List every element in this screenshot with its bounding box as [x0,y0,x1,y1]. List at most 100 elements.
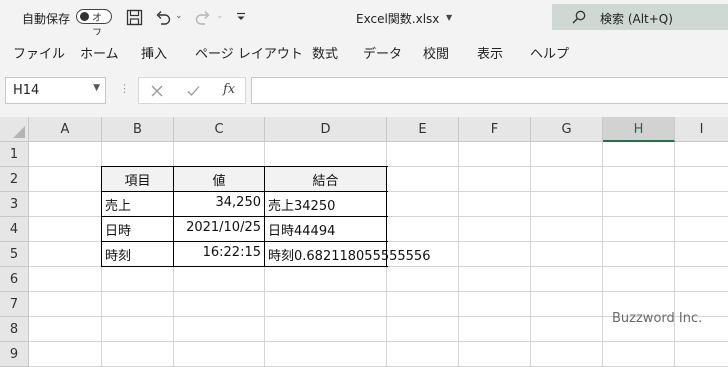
row-header-5[interactable]: 5 [0,242,29,267]
grid-cell[interactable] [29,267,102,292]
select-all-button[interactable] [0,117,29,142]
table-cell[interactable]: 時刻 [102,242,174,267]
grid-cell[interactable] [675,142,728,167]
grid-cell[interactable] [459,192,531,217]
grid-cell[interactable] [29,242,102,267]
grid-cell[interactable] [675,217,728,242]
tab-review[interactable]: 校閲 [423,43,449,62]
grid-cell[interactable] [387,317,459,342]
table-cell[interactable]: 2021/10/25 [174,217,265,242]
grid-cell[interactable] [29,217,102,242]
grid-cell[interactable] [387,217,459,242]
grid-cell[interactable] [102,342,174,367]
grid-cell[interactable] [174,267,265,292]
grid-cell[interactable] [603,167,675,192]
insert-function-icon[interactable]: fx [223,82,235,97]
column-header-g[interactable]: G [531,117,603,142]
tab-help[interactable]: ヘルプ [530,43,569,62]
redo-icon[interactable] [194,9,212,26]
column-header-a[interactable]: A [29,117,102,142]
grid-cell[interactable] [102,317,174,342]
grid-cell[interactable] [459,342,531,367]
grid-cell[interactable] [603,342,675,367]
grid-cell[interactable] [675,242,728,267]
search-box[interactable]: 検索 (Alt+Q) [552,4,728,30]
grid-cell[interactable] [531,192,603,217]
table-cell[interactable]: 日時 [102,217,174,242]
grid-cell[interactable] [265,292,387,317]
grid-cell[interactable] [29,292,102,317]
grid-cell[interactable] [29,167,102,192]
grid-cell[interactable] [603,142,675,167]
grid-cell[interactable] [531,217,603,242]
grid-cell[interactable] [531,167,603,192]
column-header-f[interactable]: F [459,117,531,142]
grid-cell[interactable] [531,342,603,367]
grid-cell[interactable] [459,292,531,317]
grid-cell[interactable] [603,242,675,267]
grid-cell[interactable] [603,192,675,217]
grid-cell[interactable] [675,267,728,292]
grid-cell[interactable] [459,317,531,342]
grid-cell[interactable] [531,242,603,267]
grid-cell[interactable] [174,292,265,317]
grid-cell[interactable] [265,342,387,367]
row-header-2[interactable]: 2 [0,167,29,192]
tab-page-layout[interactable]: ページ レイアウト [195,43,303,62]
table-cell[interactable]: 時刻0.682118055555556 [265,242,430,267]
column-header-c[interactable]: C [174,117,265,142]
table-cell[interactable]: 34,250 [174,192,265,217]
grid-cell[interactable] [29,192,102,217]
grid-cell[interactable] [265,142,387,167]
grid-cell[interactable] [459,267,531,292]
title-dropdown-icon[interactable]: ▼ [446,13,452,22]
grid-cell[interactable] [459,217,531,242]
grid-cell[interactable] [102,142,174,167]
customize-qat-icon[interactable] [236,12,246,22]
grid-cell[interactable] [603,267,675,292]
grid-cell[interactable] [387,142,459,167]
column-header-d[interactable]: D [265,117,387,142]
grid-cell[interactable] [459,242,531,267]
grid-cell[interactable] [29,142,102,167]
grid-cell[interactable] [102,292,174,317]
formula-input[interactable] [251,77,728,104]
tab-formulas[interactable]: 数式 [312,43,338,62]
grid-cell[interactable] [531,317,603,342]
grid-cell[interactable] [459,167,531,192]
grid-cell[interactable] [102,267,174,292]
row-header-7[interactable]: 7 [0,292,29,317]
grid-cell[interactable] [675,192,728,217]
table-cell[interactable]: 16:22:15 [174,242,265,267]
column-header-b[interactable]: B [102,117,174,142]
grid-cell[interactable] [675,167,728,192]
grid-cell[interactable] [387,192,459,217]
table-header-item[interactable]: 項目 [102,167,174,192]
table-cell[interactable]: 売上 [102,192,174,217]
grid-cell[interactable] [387,267,459,292]
table-header-joined[interactable]: 結合 [265,167,387,192]
grid-cell[interactable] [174,142,265,167]
grid-cell[interactable] [459,142,531,167]
table-header-value[interactable]: 値 [174,167,265,192]
row-header-9[interactable]: 9 [0,342,29,367]
grid-cell[interactable] [387,292,459,317]
cancel-icon[interactable] [151,85,163,97]
table-cell[interactable]: 日時44494 [265,217,387,242]
grid-cell[interactable] [29,317,102,342]
enter-icon[interactable] [187,85,200,97]
column-header-h[interactable]: H [603,117,675,142]
grid-cell[interactable] [387,167,459,192]
grid-cell[interactable] [531,267,603,292]
tab-file[interactable]: ファイル [13,43,65,62]
table-cell[interactable]: 売上34250 [265,192,387,217]
tab-view[interactable]: 表示 [477,43,503,62]
tab-data[interactable]: データ [363,43,402,62]
grid-cell[interactable] [387,342,459,367]
row-header-6[interactable]: 6 [0,267,29,292]
name-box-dropdown-icon[interactable]: ▼ [93,83,100,93]
grid-cell[interactable] [603,217,675,242]
tab-insert[interactable]: 挿入 [141,43,167,62]
grid-cell[interactable] [531,292,603,317]
grid-cell[interactable] [174,317,265,342]
